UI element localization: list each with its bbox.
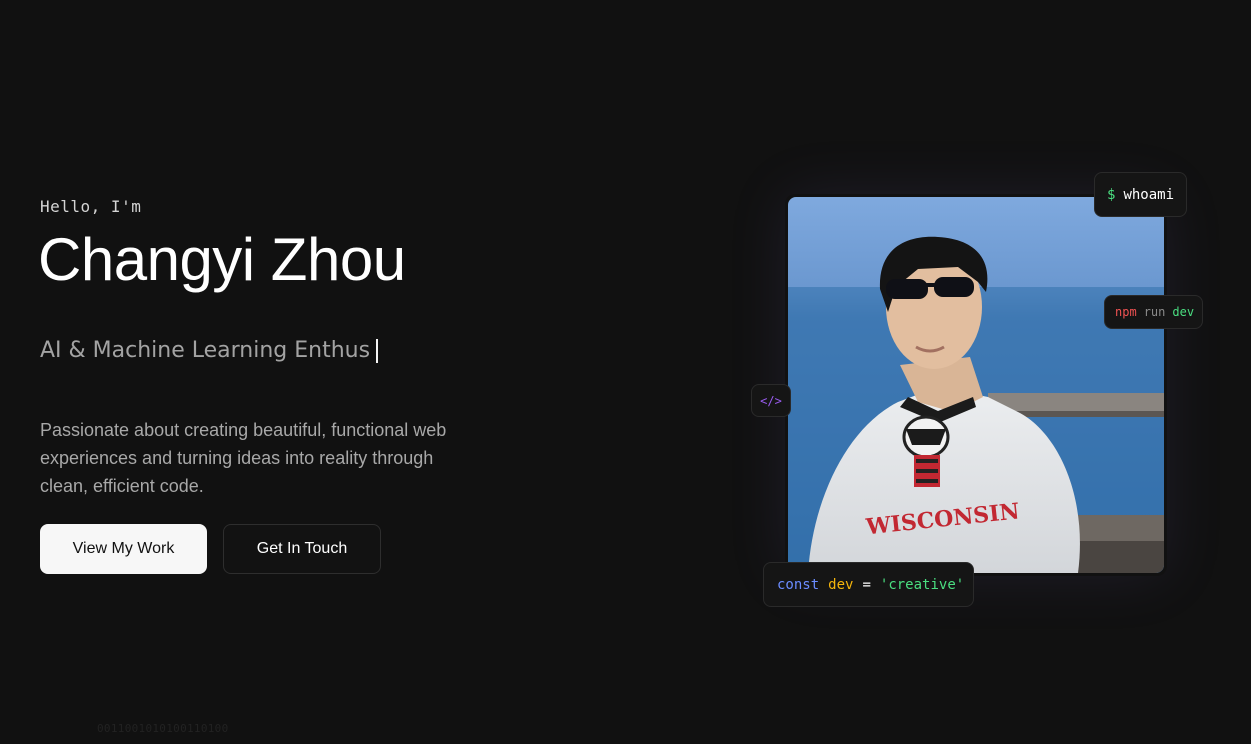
typing-subtitle: AI & Machine Learning Enthus [40, 338, 379, 363]
whoami-badge: $ whoami [1094, 172, 1187, 217]
hero-description: Passionate about creating beautiful, fun… [40, 420, 447, 496]
get-in-touch-button[interactable]: Get In Touch [223, 524, 381, 574]
const-dev-badge: const dev = 'creative' [763, 562, 974, 607]
background-binary-text: 0011001010100110100 [97, 722, 229, 735]
whoami-command: whoami [1123, 186, 1175, 203]
dev-keyword: dev [1172, 305, 1195, 319]
run-keyword: run [1143, 305, 1166, 319]
dev-variable: dev [828, 576, 854, 593]
const-keyword: const [777, 576, 820, 593]
greeting-text: Hello, I'm [40, 197, 142, 216]
page-title: Changyi Zhou [38, 226, 406, 293]
view-my-work-button[interactable]: View My Work [40, 524, 207, 574]
npm-keyword: npm [1115, 305, 1137, 319]
code-brackets-icon: </> [751, 384, 791, 417]
prompt-symbol: $ [1107, 186, 1116, 203]
typing-cursor [376, 338, 379, 363]
npm-run-dev-badge: npm run dev [1104, 295, 1203, 329]
creative-string: 'creative' [879, 576, 965, 593]
assign-operator: = [862, 576, 871, 593]
profile-photo: WISCONSIN [788, 197, 1164, 573]
typing-text: AI & Machine Learning Enthus [40, 338, 371, 363]
profile-photo-illustration: WISCONSIN [788, 197, 1164, 573]
profile-photo-frame: WISCONSIN [785, 194, 1167, 576]
hero-section: Hello, I'm Changyi Zhou AI & Machine Lea… [0, 0, 1251, 744]
